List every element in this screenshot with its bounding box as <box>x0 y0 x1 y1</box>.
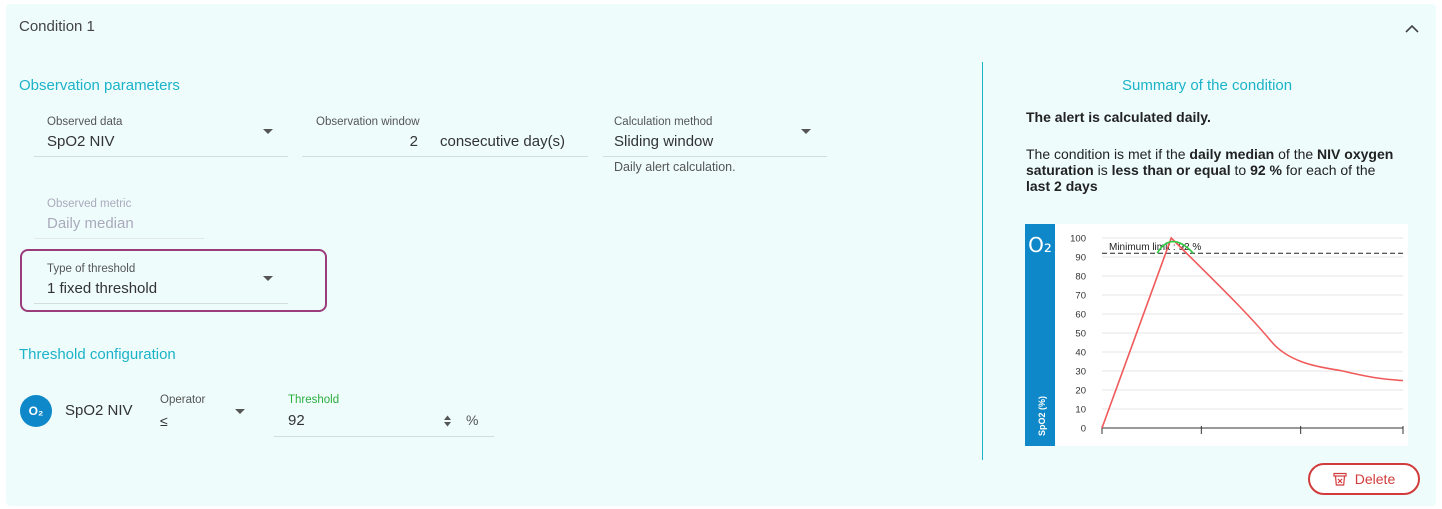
y-tick-label: 40 <box>1075 348 1086 359</box>
observed-data-value: SpO2 NIV <box>47 133 115 150</box>
y-tick-label: 0 <box>1081 424 1086 435</box>
summary-part: of the <box>1274 146 1318 162</box>
summary-chart: O₂ SpO2 (%) 0 10 20 30 40 50 60 70 80 90 100 Minimum … <box>1025 224 1408 446</box>
threshold-input[interactable]: 92 <box>288 412 305 429</box>
condition-title: Condition 1 <box>19 18 95 35</box>
observation-section-title: Observation parameters <box>19 77 180 94</box>
summary-metric: daily median <box>1189 146 1275 162</box>
field-underline <box>34 238 204 239</box>
dropdown-caret-icon <box>235 409 245 414</box>
threshold-label: Threshold <box>288 394 340 406</box>
o2-side-icon: O₂ <box>1028 233 1052 257</box>
summary-operator: less than or equal <box>1111 162 1231 178</box>
stepper-icon[interactable] <box>443 414 452 433</box>
y-tick-label: 10 <box>1075 405 1086 416</box>
calculation-method-value: Sliding window <box>614 133 714 150</box>
threshold-type-label: Type of threshold <box>47 263 136 275</box>
observed-data-label: Observed data <box>47 116 123 128</box>
summary-part: for each of the <box>1282 162 1376 178</box>
vertical-divider <box>982 62 983 460</box>
y-axis-label: SpO2 (%) <box>1037 396 1047 436</box>
calculation-method-select[interactable]: Calculation method Sliding window <box>603 114 827 158</box>
summary-window: last 2 days <box>1026 178 1098 194</box>
summary-part: The condition is met if the <box>1026 146 1190 162</box>
summary-frequency: The alert is calculated daily. <box>1026 109 1211 125</box>
dropdown-caret-icon <box>263 276 273 281</box>
observed-metric-label: Observed metric <box>47 198 132 210</box>
observed-metric-field: Observed metric Daily median <box>34 196 204 240</box>
y-tick-label: 60 <box>1075 310 1086 321</box>
y-tick-label: 100 <box>1070 234 1086 245</box>
observed-metric-value: Daily median <box>47 215 134 232</box>
y-tick-label: 50 <box>1075 329 1086 340</box>
param-name: SpO2 NIV <box>65 402 133 419</box>
summary-sentence: The condition is met if the daily median… <box>1026 146 1396 194</box>
threshold-unit: % <box>466 412 479 428</box>
observed-data-select[interactable]: Observed data SpO2 NIV <box>34 114 288 158</box>
summary-title: Summary of the condition <box>1122 77 1293 94</box>
summary-part: to <box>1230 162 1251 178</box>
field-underline <box>274 436 494 437</box>
threshold-config-section-title: Threshold configuration <box>19 346 176 363</box>
chevron-up-icon <box>1405 24 1419 33</box>
dropdown-caret-icon <box>801 129 811 134</box>
observation-window-field[interactable]: Observation window 2 consecutive day(s) <box>302 114 588 158</box>
y-tick-label: 90 <box>1075 253 1086 264</box>
threshold-type-value: 1 fixed threshold <box>47 280 158 297</box>
delete-button[interactable]: Delete <box>1308 463 1420 495</box>
condition-panel: Condition 1 Observation parameters Obser… <box>6 4 1436 506</box>
operator-value: ≤ <box>160 413 168 429</box>
calculation-method-label: Calculation method <box>614 116 713 128</box>
o2-param-icon: O₂ <box>20 395 52 427</box>
threshold-type-select[interactable]: Type of threshold 1 fixed threshold <box>34 261 288 305</box>
observation-window-unit: consecutive day(s) <box>440 133 566 150</box>
field-underline <box>302 156 588 157</box>
threshold-field[interactable]: Threshold 92 % <box>274 392 494 438</box>
collapse-button[interactable] <box>1400 16 1424 40</box>
calculation-method-helper: Daily alert calculation. <box>614 160 736 174</box>
field-underline <box>603 156 827 157</box>
observation-window-input[interactable]: 2 <box>400 133 418 150</box>
summary-part: is <box>1093 162 1112 178</box>
operator-label: Operator <box>160 394 206 406</box>
delete-label: Delete <box>1354 471 1396 487</box>
y-tick-label: 30 <box>1075 367 1086 378</box>
field-underline <box>34 156 288 157</box>
field-underline <box>34 303 288 304</box>
operator-select[interactable]: Operator ≤ <box>151 392 259 438</box>
chart-svg: O₂SpO2 (%) 0102030405060708090100Minimum … <box>1025 224 1404 446</box>
summary-threshold: 92 % <box>1250 162 1283 178</box>
y-tick-label: 20 <box>1075 386 1086 397</box>
observation-window-label: Observation window <box>316 116 420 128</box>
trash-icon <box>1333 472 1347 486</box>
y-tick-label: 80 <box>1075 272 1086 283</box>
dropdown-caret-icon <box>263 129 273 134</box>
y-tick-label: 70 <box>1075 291 1086 302</box>
